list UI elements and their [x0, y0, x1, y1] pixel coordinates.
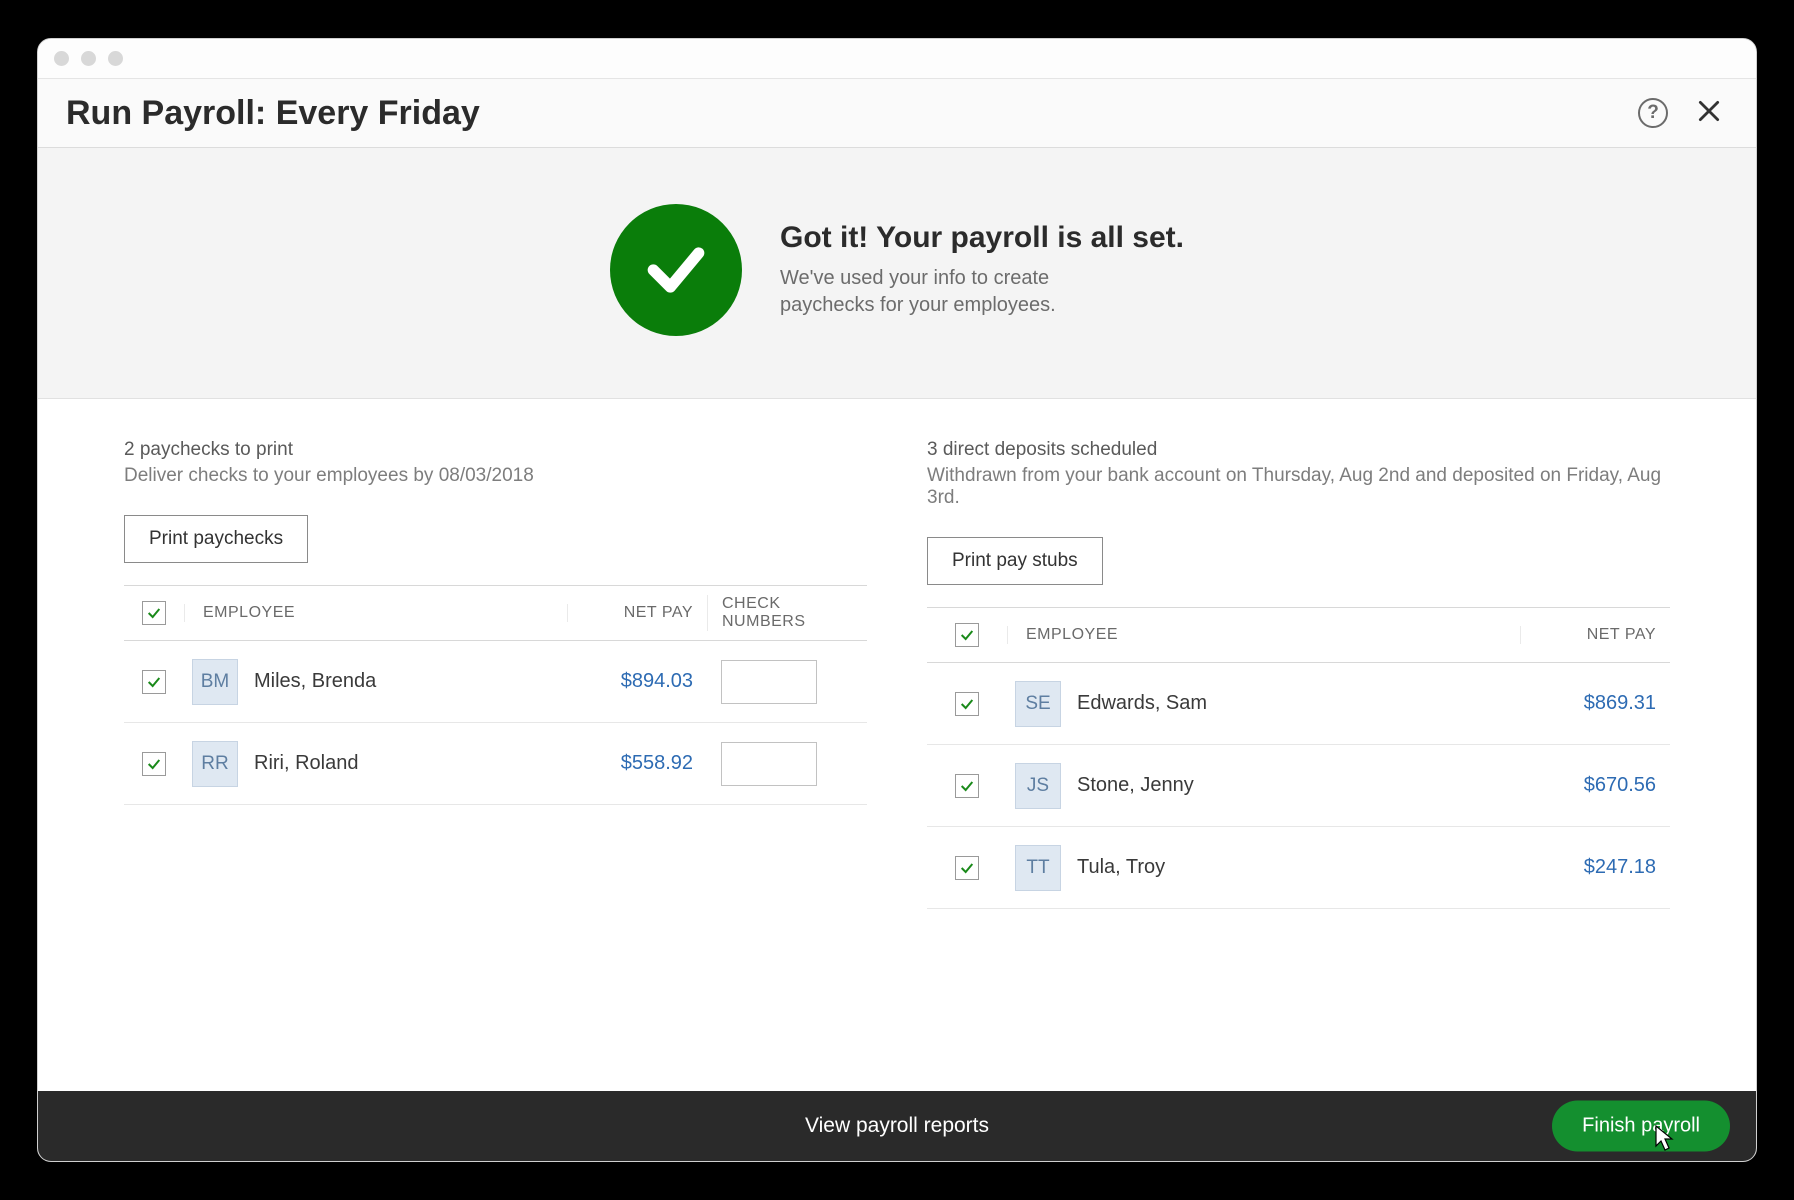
col-netpay: NET PAY — [567, 604, 707, 622]
select-all-deposits-checkbox[interactable] — [955, 623, 979, 647]
finish-payroll-button[interactable]: Finish payroll — [1552, 1101, 1730, 1152]
col-employee: EMPLOYEE — [184, 604, 567, 622]
paychecks-count: 2 paychecks to print — [124, 439, 867, 461]
check-number-input[interactable] — [721, 660, 817, 704]
view-payroll-reports-link[interactable]: View payroll reports — [805, 1114, 989, 1138]
col-employee: EMPLOYEE — [1007, 626, 1520, 644]
avatar: JS — [1015, 763, 1061, 809]
net-pay: $670.56 — [1520, 774, 1670, 797]
employee-name: Tula, Troy — [1077, 856, 1165, 879]
window-minimize-dot[interactable] — [81, 51, 96, 66]
window-titlebar — [38, 39, 1756, 79]
table-row: RR Riri, Roland $558.92 — [124, 723, 867, 805]
table-row: BM Miles, Brenda $894.03 — [124, 641, 867, 723]
window-zoom-dot[interactable] — [108, 51, 123, 66]
deposits-table-header: EMPLOYEE NET PAY — [927, 607, 1670, 663]
app-window: Run Payroll: Every Friday ? Got it! Your… — [37, 38, 1757, 1162]
avatar: BM — [192, 659, 238, 705]
print-paychecks-button[interactable]: Print paychecks — [124, 515, 308, 563]
paychecks-table-header: EMPLOYEE NET PAY CHECK NUMBERS — [124, 585, 867, 641]
net-pay: $247.18 — [1520, 856, 1670, 879]
avatar: RR — [192, 741, 238, 787]
row-checkbox[interactable] — [142, 670, 166, 694]
deposits-count: 3 direct deposits scheduled — [927, 439, 1670, 461]
select-all-paychecks-checkbox[interactable] — [142, 601, 166, 625]
help-icon[interactable]: ? — [1638, 98, 1668, 128]
paychecks-column: 2 paychecks to print Deliver checks to y… — [124, 439, 867, 1061]
col-checknumbers: CHECK NUMBERS — [707, 595, 867, 631]
row-checkbox[interactable] — [955, 774, 979, 798]
page-footer: View payroll reports Finish payroll — [38, 1091, 1756, 1161]
avatar: TT — [1015, 845, 1061, 891]
net-pay: $894.03 — [567, 670, 707, 693]
success-check-icon — [610, 204, 742, 336]
table-row: SE Edwards, Sam $869.31 — [927, 663, 1670, 745]
banner-sub-line2: paychecks for your employees. — [780, 294, 1056, 316]
row-checkbox[interactable] — [955, 856, 979, 880]
banner-headline: Got it! Your payroll is all set. — [780, 221, 1184, 255]
confirmation-banner: Got it! Your payroll is all set. We've u… — [38, 148, 1756, 399]
col-netpay: NET PAY — [1520, 626, 1670, 644]
close-icon[interactable] — [1690, 93, 1728, 133]
employee-name: Riri, Roland — [254, 752, 358, 775]
print-pay-stubs-button[interactable]: Print pay stubs — [927, 537, 1103, 585]
deposits-schedule: Withdrawn from your bank account on Thur… — [927, 465, 1670, 509]
employee-name: Edwards, Sam — [1077, 692, 1207, 715]
net-pay: $558.92 — [567, 752, 707, 775]
main-content: 2 paychecks to print Deliver checks to y… — [38, 399, 1756, 1091]
window-close-dot[interactable] — [54, 51, 69, 66]
banner-sub-line1: We've used your info to create — [780, 267, 1049, 289]
row-checkbox[interactable] — [955, 692, 979, 716]
check-number-input[interactable] — [721, 742, 817, 786]
net-pay: $869.31 — [1520, 692, 1670, 715]
window-traffic-lights — [54, 51, 123, 66]
table-row: TT Tula, Troy $247.18 — [927, 827, 1670, 909]
table-row: JS Stone, Jenny $670.56 — [927, 745, 1670, 827]
deposits-table: EMPLOYEE NET PAY SE Edwards, Sam $869.31 — [927, 607, 1670, 909]
deposits-column: 3 direct deposits scheduled Withdrawn fr… — [927, 439, 1670, 1061]
header-actions: ? — [1638, 93, 1728, 133]
page-header: Run Payroll: Every Friday ? — [38, 79, 1756, 148]
page-title: Run Payroll: Every Friday — [66, 94, 480, 133]
paychecks-delivery: Deliver checks to your employees by 08/0… — [124, 465, 867, 487]
avatar: SE — [1015, 681, 1061, 727]
employee-name: Miles, Brenda — [254, 670, 376, 693]
banner-text: Got it! Your payroll is all set. We've u… — [780, 221, 1184, 319]
employee-name: Stone, Jenny — [1077, 774, 1194, 797]
paychecks-table: EMPLOYEE NET PAY CHECK NUMBERS BM Miles,… — [124, 585, 867, 805]
row-checkbox[interactable] — [142, 752, 166, 776]
